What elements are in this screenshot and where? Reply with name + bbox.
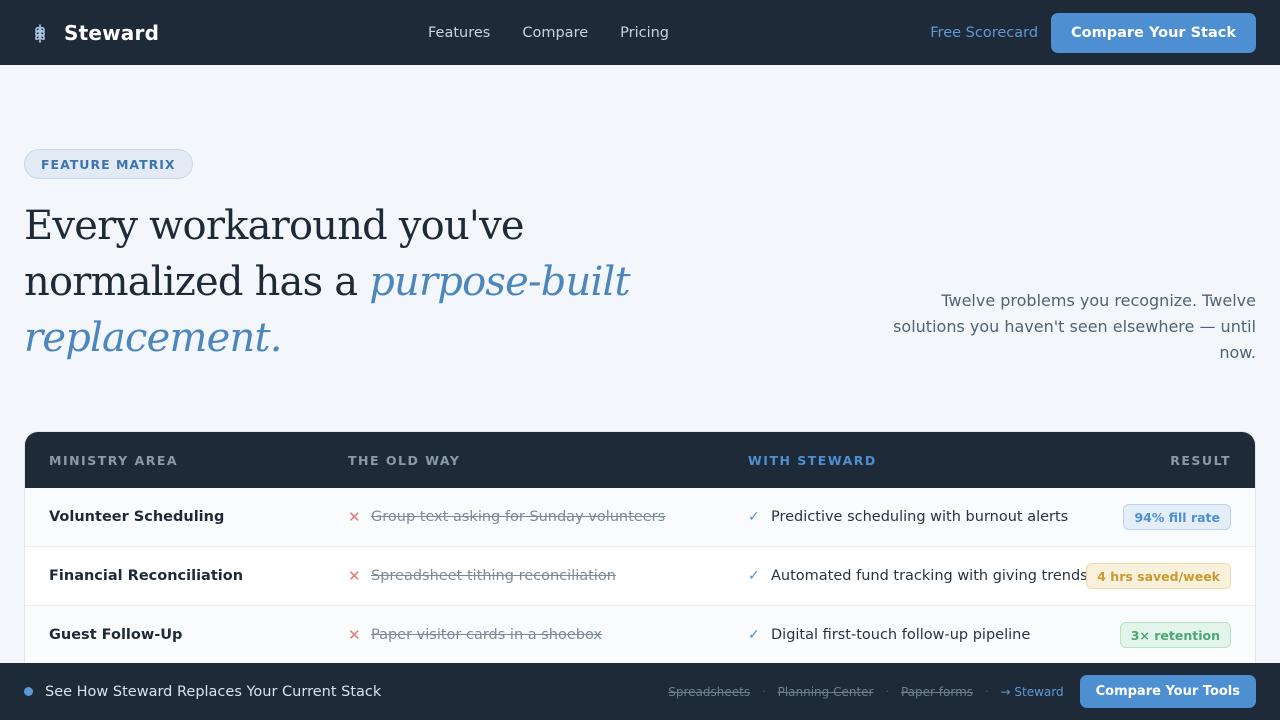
- brand-name: Steward: [64, 20, 160, 45]
- separator-dot-icon: ·: [885, 685, 889, 698]
- table-row: Guest Follow-Up ✕ Paper visitor cards in…: [25, 606, 1255, 665]
- column-header-with-steward: WITH STEWARD: [748, 452, 877, 468]
- check-icon: ✓: [748, 509, 760, 525]
- ministry-area: Financial Reconciliation: [49, 568, 244, 584]
- free-scorecard-link[interactable]: Free Scorecard: [930, 25, 1038, 41]
- top-navigation-bar: Steward Features Compare Pricing Free Sc…: [0, 0, 1280, 65]
- compare-your-tools-button[interactable]: Compare Your Tools: [1079, 675, 1256, 708]
- tool-stack-list: Spreadsheets · Planning Center · Paper f…: [668, 685, 1063, 699]
- with-steward-text: Digital first-touch follow-up pipeline: [771, 627, 1031, 643]
- status-dot-icon: [24, 687, 33, 696]
- separator-dot-icon: ·: [985, 685, 989, 698]
- ministry-area: Guest Follow-Up: [49, 627, 183, 643]
- with-steward-text: Predictive scheduling with burnout alert…: [771, 509, 1069, 525]
- old-tool-planning-center: Planning Center: [777, 684, 874, 699]
- ministry-area: Volunteer Scheduling: [49, 509, 225, 525]
- with-steward: ✓ Automated fund tracking with giving tr…: [748, 547, 1088, 605]
- x-icon: ✕: [348, 626, 361, 644]
- x-icon: ✕: [348, 508, 361, 526]
- old-way: ✕ Spreadsheet tithing reconciliation: [348, 547, 616, 605]
- old-tool-paper-forms: Paper forms: [900, 684, 974, 699]
- wheat-icon: [35, 23, 45, 43]
- column-header-old-way: THE OLD WAY: [348, 452, 461, 468]
- brand[interactable]: Steward: [30, 21, 159, 45]
- nav-pricing[interactable]: Pricing: [620, 25, 669, 41]
- result-badge: 4 hrs saved/week: [1086, 563, 1231, 589]
- column-header-ministry-area: MINISTRY AREA: [49, 452, 179, 468]
- check-icon: ✓: [748, 568, 760, 584]
- new-tool-steward: → Steward: [1000, 684, 1064, 699]
- old-way-text: Spreadsheet tithing reconciliation: [371, 568, 616, 584]
- column-header-result: RESULT: [1170, 452, 1231, 468]
- old-way: ✕ Paper visitor cards in a shoebox: [348, 606, 602, 664]
- table-row: Volunteer Scheduling ✕ Group text asking…: [25, 488, 1255, 547]
- main-nav: Features Compare Pricing: [428, 0, 669, 65]
- old-tool-spreadsheets: Spreadsheets: [668, 684, 751, 699]
- compare-bar-title: See How Steward Replaces Your Current St…: [45, 683, 382, 700]
- nav-features[interactable]: Features: [428, 25, 490, 41]
- nav-compare[interactable]: Compare: [522, 25, 588, 41]
- hero-subtext: Twelve problems you recognize. Twelve so…: [893, 291, 1256, 362]
- result-badge: 94% fill rate: [1123, 504, 1231, 530]
- with-steward-text: Automated fund tracking with giving tren…: [771, 568, 1088, 584]
- sticky-compare-bar: See How Steward Replaces Your Current St…: [0, 663, 1280, 720]
- result: 3× retention: [1119, 606, 1231, 664]
- with-steward: ✓ Digital first-touch follow-up pipeline: [748, 606, 1030, 664]
- section-badge: FEATURE MATRIX: [24, 149, 193, 179]
- result-badge: 3× retention: [1119, 622, 1231, 648]
- x-icon: ✕: [348, 567, 361, 585]
- compare-your-stack-button[interactable]: Compare Your Stack: [1051, 12, 1256, 53]
- page-headline: Every workaround you've normalized has a…: [24, 198, 644, 366]
- feature-matrix-table: MINISTRY AREA THE OLD WAY WITH STEWARD R…: [24, 431, 1256, 691]
- old-way: ✕ Group text asking for Sunday volunteer…: [348, 488, 665, 546]
- header-actions: Free Scorecard Compare Your Stack: [930, 12, 1256, 53]
- table-body: Volunteer Scheduling ✕ Group text asking…: [25, 488, 1255, 665]
- old-way-text: Group text asking for Sunday volunteers: [371, 509, 666, 525]
- result: 94% fill rate: [1123, 488, 1231, 546]
- table-header: MINISTRY AREA THE OLD WAY WITH STEWARD R…: [25, 432, 1255, 488]
- with-steward: ✓ Predictive scheduling with burnout ale…: [748, 488, 1068, 546]
- old-way-text: Paper visitor cards in a shoebox: [371, 627, 602, 643]
- check-icon: ✓: [748, 627, 760, 643]
- separator-dot-icon: ·: [762, 685, 766, 698]
- result: 4 hrs saved/week: [1086, 547, 1231, 605]
- table-row: Financial Reconciliation ✕ Spreadsheet t…: [25, 547, 1255, 606]
